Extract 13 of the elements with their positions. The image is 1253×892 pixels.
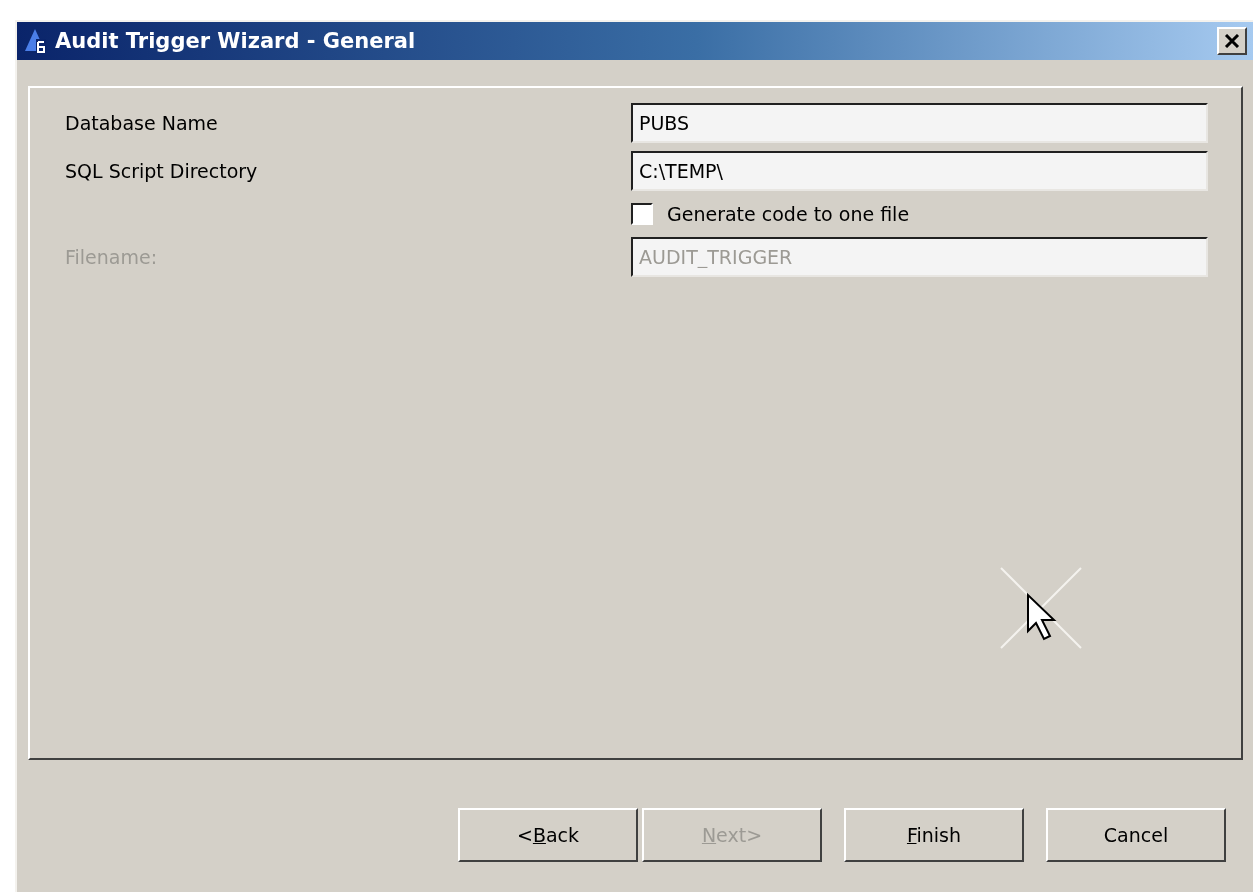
- field-label: Database Name: [65, 112, 218, 134]
- field-label: SQL Script Directory: [65, 160, 258, 182]
- close-button[interactable]: [1217, 27, 1247, 55]
- field-label: Filename:: [65, 246, 158, 268]
- wizard-button[interactable]: Finish: [844, 808, 1024, 862]
- text-field[interactable]: C:\TEMP\: [631, 151, 1208, 191]
- text-field[interactable]: PUBS: [631, 103, 1208, 143]
- checkbox-label: Generate code to one file: [667, 203, 910, 225]
- window-title: Audit Trigger Wizard - General: [55, 29, 417, 53]
- close-icon: [1224, 34, 1240, 48]
- checkbox[interactable]: [631, 203, 653, 225]
- wizard-button[interactable]: Cancel: [1046, 808, 1226, 862]
- wizard-button[interactable]: <Back: [458, 808, 638, 862]
